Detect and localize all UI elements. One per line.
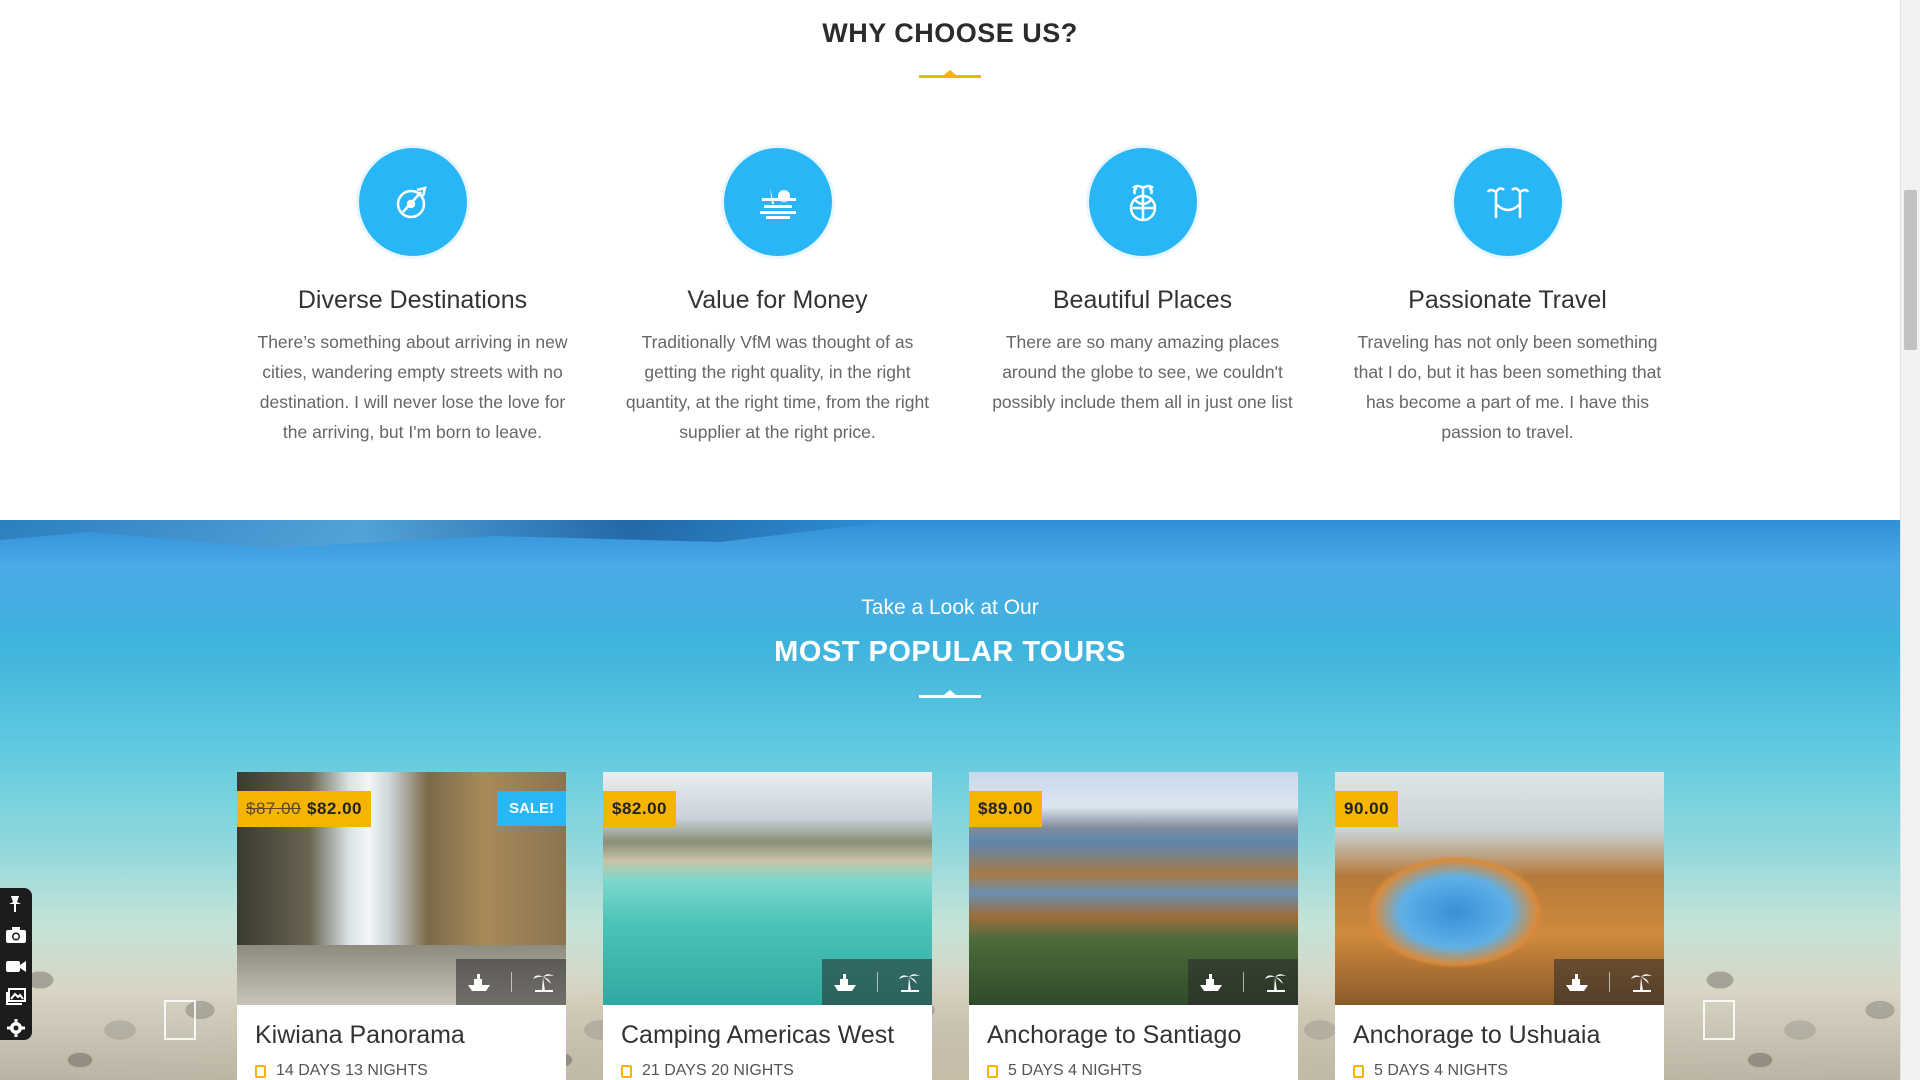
icon-separator (510, 972, 512, 992)
feature-text: There are so many amazing places around … (992, 332, 1293, 412)
gear-icon (7, 1018, 25, 1037)
tour-title[interactable]: Camping Americas West (603, 1005, 932, 1050)
section-title: WHY CHOOSE US? (822, 18, 1078, 48)
tour-type-icons (456, 959, 566, 1005)
current-price: $82.00 (307, 799, 362, 818)
feature-text: There’s something about arriving in new … (257, 332, 568, 442)
price-badge: $87.00 $82.00 (237, 791, 371, 827)
tour-image-lagoon[interactable]: $82.00 (603, 772, 932, 1005)
section-title: MOST POPULAR TOURS (774, 636, 1126, 668)
pin-icon (9, 896, 21, 913)
tour-card[interactable]: 90.00 Anchorage to Ushuaia 5 DAYS 4 NIGH… (1335, 772, 1664, 1080)
features-list: Diverse Destinations There’s something a… (230, 148, 1690, 447)
tour-type-icons (1188, 959, 1298, 1005)
duration-text: 21 DAYS 20 NIGHTS (642, 1062, 794, 1079)
cruise-icon (1199, 974, 1222, 991)
old-price: $87.00 (246, 799, 301, 818)
duration-text: 5 DAYS 4 NIGHTS (1008, 1062, 1142, 1079)
popular-tours-section: Take a Look at Our MOST POPULAR TOURS $8… (0, 520, 1900, 1080)
background-mountain (0, 520, 900, 548)
feature-text: Traveling has not only been something th… (1353, 332, 1662, 442)
tour-duration: 14 DAYS 13 NIGHTS (237, 1050, 566, 1080)
current-price: $82.00 (612, 799, 667, 818)
tour-cards: $87.00 $82.00 SALE! Kiwiana Panorama 14 D… (237, 772, 1664, 1080)
title-divider (919, 690, 981, 698)
feature-item: Diverse Destinations There’s something a… (230, 148, 595, 447)
tour-title[interactable]: Anchorage to Santiago (969, 1005, 1298, 1050)
feature-item: Beautiful Places There are so many amazi… (960, 148, 1325, 447)
hammock-icon (1453, 148, 1562, 256)
tour-title[interactable]: Kiwiana Panorama (237, 1005, 566, 1050)
settings-button[interactable] (4, 1015, 28, 1040)
why-choose-us-section: WHY CHOOSE US? Diverse Destinations Ther… (0, 0, 1900, 520)
cruise-icon (1565, 974, 1588, 991)
feature-item: Value for Money Traditionally VfM was th… (595, 148, 960, 447)
sale-badge: SALE! (497, 791, 566, 826)
clock-icon (1353, 1064, 1364, 1078)
tour-type-icons (822, 959, 932, 1005)
clock-icon (255, 1064, 266, 1078)
price-badge: $89.00 (969, 791, 1042, 827)
feature-item: Passionate Travel Traveling has not only… (1325, 148, 1690, 447)
clock-icon (621, 1064, 632, 1078)
tour-title[interactable]: Anchorage to Ushuaia (1335, 1005, 1664, 1050)
compass-icon (358, 148, 467, 256)
icon-separator (1242, 972, 1244, 992)
tour-duration: 5 DAYS 4 NIGHTS (1335, 1050, 1664, 1080)
duration-text: 14 DAYS 13 NIGHTS (276, 1062, 428, 1079)
tour-duration: 21 DAYS 20 NIGHTS (603, 1050, 932, 1080)
current-price: $89.00 (978, 799, 1033, 818)
carousel-prev-button[interactable] (164, 1000, 196, 1040)
price-badge: 90.00 (1335, 791, 1399, 827)
screenshot-button[interactable] (4, 923, 28, 948)
beach-sunset-icon (723, 148, 832, 256)
video-camera-icon (6, 960, 26, 972)
price-badge: $82.00 (603, 791, 676, 827)
palm-tree-icon (1264, 974, 1286, 992)
title-divider (919, 70, 981, 78)
current-price: 90.00 (1344, 799, 1390, 818)
gallery-button[interactable] (4, 984, 28, 1009)
feature-title: Value for Money (687, 286, 868, 314)
feature-text: Traditionally VfM was thought of as gett… (625, 332, 930, 442)
tour-card[interactable]: $89.00 Anchorage to Santiago 5 DAYS 4 NI… (969, 772, 1298, 1080)
record-video-button[interactable] (4, 954, 28, 979)
palm-tree-icon (898, 974, 920, 992)
clock-icon (987, 1064, 998, 1078)
icon-separator (1608, 972, 1610, 992)
tour-image-wetlands[interactable]: $89.00 (969, 772, 1298, 1005)
feature-title: Diverse Destinations (297, 286, 528, 314)
camera-icon (6, 927, 26, 944)
icon-separator (876, 972, 878, 992)
tour-card[interactable]: $82.00 Camping Americas West 21 DAYS 20 … (603, 772, 932, 1080)
floating-toolbar (0, 888, 32, 1040)
duration-text: 5 DAYS 4 NIGHTS (1374, 1062, 1508, 1079)
tour-image-geyser[interactable]: 90.00 (1335, 772, 1664, 1005)
pin-button[interactable] (4, 892, 28, 917)
palm-tree-icon (532, 974, 554, 992)
gallery-icon (6, 987, 26, 1005)
cruise-icon (467, 974, 490, 991)
globe-palm-icon (1088, 148, 1197, 256)
page: WHY CHOOSE US? Diverse Destinations Ther… (0, 0, 1900, 1080)
palm-tree-icon (1630, 974, 1652, 992)
feature-title: Passionate Travel (1408, 286, 1607, 314)
feature-title: Beautiful Places (1052, 286, 1233, 314)
tour-card[interactable]: $87.00 $82.00 SALE! Kiwiana Panorama 14 D… (237, 772, 566, 1080)
carousel-next-button[interactable] (1703, 1000, 1735, 1040)
tour-image-waterfall[interactable]: $87.00 $82.00 SALE! (237, 772, 566, 1005)
cruise-icon (833, 974, 856, 991)
section-subtitle: Take a Look at Our (861, 596, 1039, 619)
tour-duration: 5 DAYS 4 NIGHTS (969, 1050, 1298, 1080)
vertical-scrollbar[interactable] (1900, 0, 1920, 1080)
tour-type-icons (1554, 959, 1664, 1005)
scrollbar-thumb[interactable] (1904, 190, 1917, 350)
